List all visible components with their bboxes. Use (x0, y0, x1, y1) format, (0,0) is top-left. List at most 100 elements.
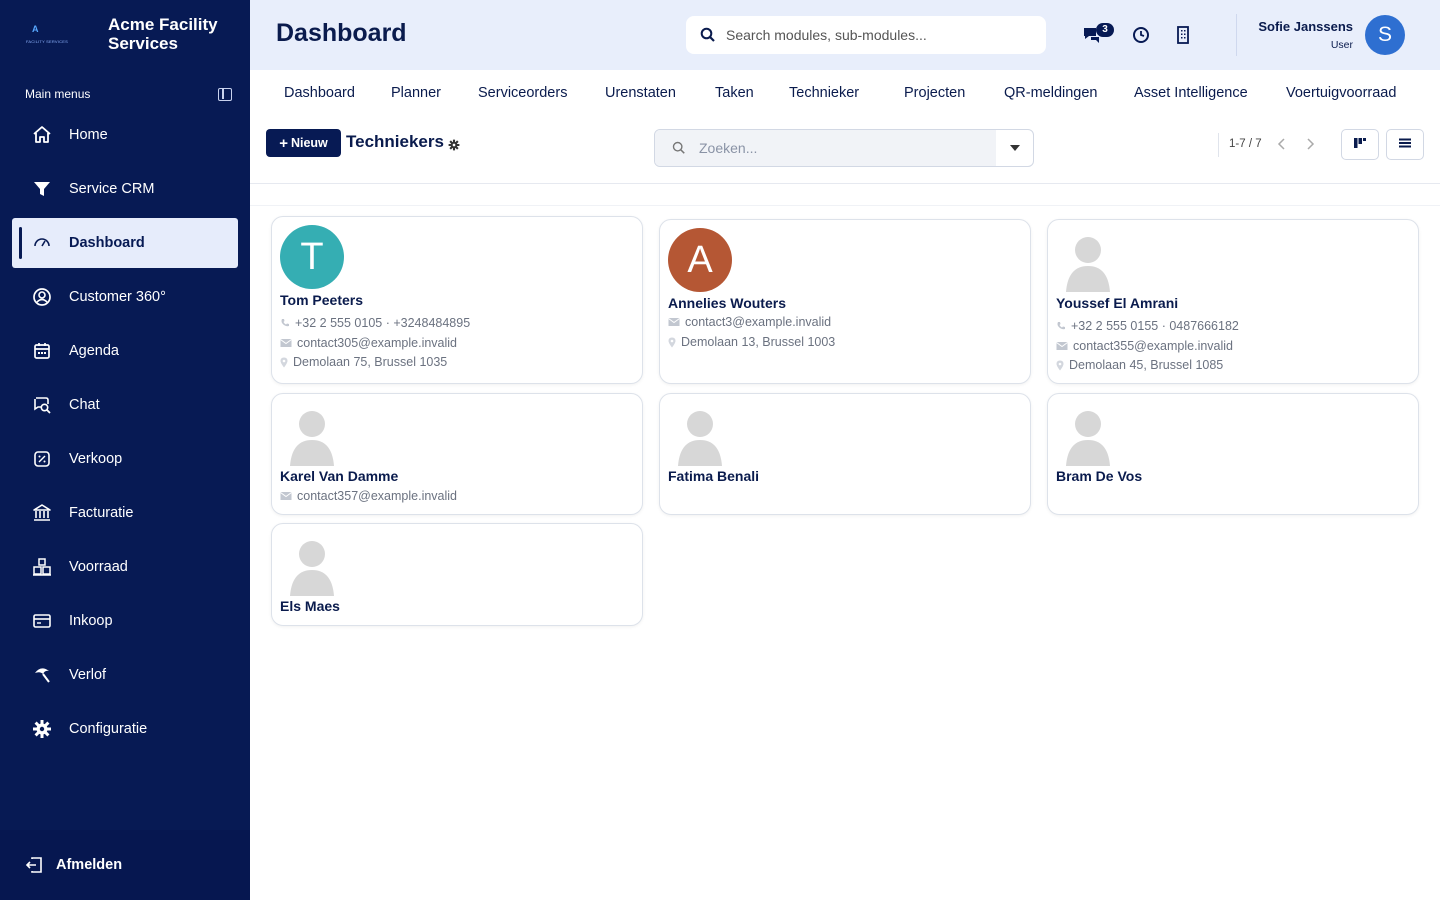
email-text: contact3@example.invalid (685, 315, 832, 329)
tab-taken[interactable]: Taken (715, 85, 754, 101)
module-tabs: Dashboard Planner Serviceorders Urenstat… (250, 70, 1440, 116)
sidebar-item-customer-360[interactable]: Customer 360° (12, 272, 238, 322)
user-role: User (1330, 39, 1353, 51)
boxes-icon (32, 557, 52, 577)
sidebar-item-verlof[interactable]: Verlof (12, 650, 238, 700)
tab-qr-meldingen[interactable]: QR-meldingen (1004, 85, 1098, 101)
bank-icon (32, 503, 52, 523)
brand[interactable]: A FACILITY SERVICES Acme Facility Servic… (0, 0, 250, 70)
header-divider (1236, 14, 1237, 56)
sidebar-item-inkoop[interactable]: Inkoop (12, 596, 238, 646)
sidebar-item-label: Agenda (69, 343, 119, 359)
new-button[interactable]: + Nieuw (266, 129, 341, 157)
technician-address: Demolaan 75, Brussel 1035 (280, 355, 447, 369)
user-circle-icon (32, 287, 52, 307)
sidebar-item-chat[interactable]: Chat (12, 380, 238, 430)
tab-planner[interactable]: Planner (391, 85, 441, 101)
technician-card[interactable]: Youssef El Amrani +32 2 555 0155 · 04876… (1047, 219, 1419, 384)
sidebar-item-label: Home (69, 127, 108, 143)
tab-voertuigvoorraad[interactable]: Voertuigvoorraad (1286, 85, 1396, 101)
user-avatar[interactable]: S (1365, 15, 1405, 55)
address-text: Demolaan 75, Brussel 1035 (293, 355, 448, 369)
chat-search-icon (32, 395, 52, 415)
clock-icon[interactable] (1130, 24, 1152, 46)
sidebar-item-label: Dashboard (69, 235, 145, 251)
user-name: Sofie Janssens (1258, 19, 1353, 34)
address-text: Demolaan 13, Brussel 1003 (681, 335, 836, 349)
pager-count: 1-7 / 7 (1229, 138, 1262, 150)
avatar-placeholder (280, 402, 344, 466)
logout-label: Afmelden (56, 857, 123, 873)
sidebar-item-dashboard[interactable]: Dashboard (12, 218, 238, 268)
sidebar-item-agenda[interactable]: Agenda (12, 326, 238, 376)
list-icon (1398, 136, 1412, 154)
module-search[interactable] (686, 16, 1046, 54)
search-icon (672, 141, 686, 160)
sidebar-item-label: Voorraad (69, 559, 128, 575)
sidebar-nav: Home Service CRM Dashboard Customer 360°… (12, 110, 238, 758)
settings-gear-icon[interactable] (448, 138, 460, 156)
avatar: A (668, 228, 732, 292)
technician-card[interactable]: T Tom Peeters +32 2 555 0105 · +32484848… (271, 216, 643, 384)
gauge-icon (32, 233, 52, 253)
tab-serviceorders[interactable]: Serviceorders (478, 85, 567, 101)
technician-name: Karel Van Damme (280, 468, 399, 484)
avatar-placeholder (1056, 228, 1120, 292)
technician-email: contact357@example.invalid (280, 489, 457, 503)
tab-asset-intelligence[interactable]: Asset Intelligence (1134, 85, 1248, 101)
tab-urenstaten[interactable]: Urenstaten (605, 85, 676, 101)
mail-icon (280, 338, 292, 348)
chevron-down-icon[interactable] (996, 130, 1033, 166)
email-text: contact357@example.invalid (297, 489, 458, 503)
email-text: contact355@example.invalid (1073, 339, 1234, 353)
search-icon (700, 27, 716, 48)
sidebar-item-label: Configuratie (69, 721, 148, 737)
top-header: Dashboard 3 Sofie Janssens User S (250, 0, 1440, 70)
technician-address: Demolaan 13, Brussel 1003 (668, 335, 835, 349)
technician-name: Bram De Vos (1056, 468, 1143, 484)
module-search-input[interactable] (726, 25, 1026, 45)
sidebar-item-voorraad[interactable]: Voorraad (12, 542, 238, 592)
building-icon[interactable] (1172, 24, 1194, 46)
technician-card[interactable]: Fatima Benali (659, 393, 1031, 515)
technician-email: contact305@example.invalid (280, 336, 457, 350)
mail-icon (1056, 341, 1068, 351)
kanban-view-button[interactable] (1341, 129, 1379, 160)
sidebar-item-label: Service CRM (69, 181, 155, 197)
technician-name: Annelies Wouters (668, 295, 786, 311)
address-text: Demolaan 45, Brussel 1085 (1069, 358, 1224, 372)
sidebar-toggle-icon[interactable] (218, 88, 232, 101)
technician-phone: +32 2 555 0105 · +3248484895 (280, 316, 470, 330)
records-search[interactable] (654, 129, 1034, 167)
chat-badge: 3 (1096, 23, 1114, 37)
control-bar: +Nieuw Techniekers 1-7 / 7 (250, 116, 1440, 184)
chevron-right-icon[interactable] (1303, 137, 1317, 151)
technician-email: contact355@example.invalid (1056, 339, 1233, 353)
percent-icon (32, 449, 52, 469)
sidebar-item-service-crm[interactable]: Service CRM (12, 164, 238, 214)
sidebar-item-configuratie[interactable]: Configuratie (12, 704, 238, 754)
sidebar-item-verkoop[interactable]: Verkoop (12, 434, 238, 484)
records-search-input[interactable] (699, 138, 979, 158)
logout-icon (24, 855, 44, 875)
tab-projecten[interactable]: Projecten (904, 85, 965, 101)
technician-card[interactable]: Els Maes (271, 523, 643, 626)
sidebar-item-label: Verkoop (69, 451, 123, 467)
list-view-button[interactable] (1386, 129, 1424, 160)
technician-card[interactable]: Karel Van Damme contact357@example.inval… (271, 393, 643, 515)
filter-icon (32, 179, 52, 199)
phone-icon (280, 318, 290, 328)
tab-dashboard[interactable]: Dashboard (284, 85, 355, 101)
sidebar: A FACILITY SERVICES Acme Facility Servic… (0, 0, 250, 900)
phone-text: +32 2 555 0105 · +3248484895 (295, 316, 471, 330)
tab-technieker[interactable]: Technieker (789, 85, 859, 101)
email-text: contact305@example.invalid (297, 336, 458, 350)
logout-button[interactable]: Afmelden (0, 830, 250, 900)
card-icon (32, 611, 52, 631)
sidebar-item-facturatie[interactable]: Facturatie (12, 488, 238, 538)
technician-card[interactable]: A Annelies Wouters contact3@example.inva… (659, 219, 1031, 384)
technician-card[interactable]: Bram De Vos (1047, 393, 1419, 515)
location-pin-icon (1056, 360, 1064, 371)
sidebar-item-home[interactable]: Home (12, 110, 238, 160)
chevron-left-icon[interactable] (1275, 137, 1289, 151)
